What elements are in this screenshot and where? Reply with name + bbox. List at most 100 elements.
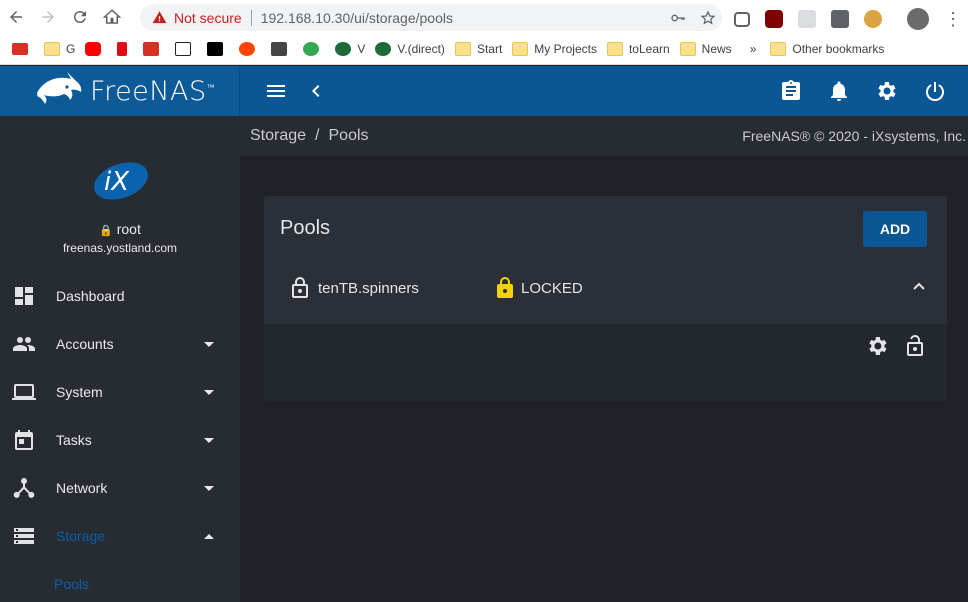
chat-bookmark[interactable] bbox=[271, 42, 293, 56]
pocket-icon[interactable] bbox=[734, 11, 750, 27]
gmail-bookmark[interactable] bbox=[12, 43, 34, 55]
mail-icon bbox=[143, 42, 160, 56]
sidebar-item-dashboard[interactable]: Dashboard bbox=[0, 272, 240, 320]
amazon-icon bbox=[175, 42, 192, 56]
folder-icon bbox=[679, 42, 696, 56]
sidebar-item-label: Tasks bbox=[56, 432, 92, 448]
breadcrumb-pools: Pools bbox=[328, 127, 369, 144]
other-bookmarks-label: Other bookmarks bbox=[792, 42, 885, 56]
pool-detail-panel bbox=[264, 324, 947, 401]
menu-icon[interactable] bbox=[264, 79, 288, 103]
pool-row[interactable]: tenTB.spinners LOCKED bbox=[264, 264, 947, 324]
bookmark-v-direct[interactable]: V.(direct) bbox=[375, 42, 445, 56]
freenas-logo[interactable]: FreeNAS™ bbox=[0, 66, 240, 116]
home-icon[interactable] bbox=[96, 0, 128, 34]
sidebar-item-label: System bbox=[56, 384, 103, 400]
sidebar-item-network[interactable]: Network bbox=[0, 464, 240, 512]
lock-icon: 🔒 bbox=[99, 225, 113, 237]
reload-icon[interactable] bbox=[64, 0, 96, 34]
sidebar-item-label: Dashboard bbox=[56, 288, 125, 304]
reddit-icon bbox=[239, 42, 256, 56]
key-icon[interactable] bbox=[670, 10, 686, 26]
bookmark-start[interactable]: Start bbox=[454, 42, 503, 56]
back-icon[interactable] bbox=[0, 0, 32, 34]
logo-text: FreeNAS™ bbox=[90, 76, 215, 107]
avatar[interactable] bbox=[907, 8, 929, 30]
more-bookmarks[interactable]: » bbox=[750, 42, 757, 56]
security-warning[interactable]: Not secure bbox=[152, 10, 242, 26]
gear-icon[interactable] bbox=[875, 79, 899, 103]
sidebar-item-label: Storage bbox=[56, 528, 106, 544]
url-text[interactable]: 192.168.10.30/ui/storage/pools bbox=[261, 10, 453, 26]
ix-logo-icon: iX bbox=[94, 162, 148, 200]
ublock-icon[interactable] bbox=[765, 10, 783, 28]
forward-icon[interactable] bbox=[32, 0, 64, 34]
power-icon[interactable] bbox=[923, 79, 947, 103]
sidebar-item-label: Network bbox=[56, 480, 108, 496]
breadcrumb: Storage / Pools bbox=[250, 127, 369, 145]
network-icon bbox=[12, 476, 36, 500]
calendar-icon bbox=[12, 428, 36, 452]
bookmark-my-projects[interactable]: My Projects bbox=[512, 42, 597, 56]
pool-lock-icon bbox=[288, 276, 312, 300]
chat-icon bbox=[271, 42, 288, 56]
extension-lock-icon[interactable] bbox=[831, 10, 849, 28]
folder-icon bbox=[770, 42, 787, 56]
omnibox-divider bbox=[250, 9, 252, 26]
address-bar[interactable]: Not secure 192.168.10.30/ui/storage/pool… bbox=[140, 4, 722, 31]
bell-icon[interactable] bbox=[827, 79, 851, 103]
collapse-chevron-icon[interactable] bbox=[304, 79, 328, 103]
locked-status-icon bbox=[493, 276, 517, 300]
sidebar-item-accounts[interactable]: Accounts bbox=[0, 320, 240, 368]
bookmark-label: Start bbox=[476, 42, 503, 56]
pool-settings-gear-icon[interactable] bbox=[865, 334, 889, 358]
card-title: Pools bbox=[280, 217, 331, 239]
bookmark-label: News bbox=[701, 42, 732, 56]
chevron-down-icon bbox=[204, 341, 214, 347]
cookie-icon[interactable] bbox=[864, 10, 882, 28]
youtube-bookmark[interactable] bbox=[85, 42, 107, 56]
unlock-pool-icon[interactable] bbox=[903, 334, 927, 358]
play-bookmark[interactable] bbox=[303, 42, 325, 56]
sidebar-subitem-pools[interactable]: Pools bbox=[54, 576, 89, 592]
copyright-text[interactable]: FreeNAS® © 2020 - iXsystems, Inc. bbox=[742, 128, 966, 144]
menu-dots-icon[interactable]: ⋮ bbox=[944, 10, 962, 28]
breadcrumb-storage[interactable]: Storage bbox=[250, 127, 306, 144]
bookmark-label: My Projects bbox=[534, 42, 597, 56]
breadcrumb-separator: / bbox=[315, 127, 320, 144]
sidebar: iX 🔒 root freenas.yostland.com Dashboard… bbox=[0, 116, 240, 602]
chevron-up-icon[interactable] bbox=[909, 276, 929, 296]
extension-eye-icon[interactable] bbox=[798, 10, 816, 28]
bookmark-g[interactable]: G bbox=[44, 42, 75, 56]
sidebar-item-storage[interactable]: Storage bbox=[0, 512, 240, 560]
amazon-bookmark[interactable] bbox=[175, 42, 197, 56]
digg-bookmark[interactable] bbox=[207, 42, 229, 56]
gmail-bookmark-2[interactable] bbox=[143, 42, 165, 56]
logo-wordmark: FreeNAS bbox=[90, 75, 207, 107]
bookmark-tolearn[interactable]: toLearn bbox=[606, 42, 670, 56]
trademark-mark: ™ bbox=[206, 82, 216, 92]
sidebar-item-tasks[interactable]: Tasks bbox=[0, 416, 240, 464]
sidebar-item-label: Accounts bbox=[56, 336, 114, 352]
bookmark-label: V bbox=[357, 42, 366, 56]
user-info: 🔒 root bbox=[0, 221, 240, 237]
svg-text:iX: iX bbox=[104, 167, 130, 197]
chevron-up-icon bbox=[204, 533, 214, 539]
chevron-down-icon bbox=[204, 389, 214, 395]
folder-icon bbox=[606, 42, 623, 56]
youtube-icon bbox=[85, 42, 102, 56]
sidebar-item-system[interactable]: System bbox=[0, 368, 240, 416]
folder-icon bbox=[44, 42, 60, 56]
star-icon[interactable] bbox=[700, 10, 716, 26]
other-bookmarks[interactable]: Other bookmarks bbox=[770, 42, 884, 56]
bookmark-label: toLearn bbox=[628, 42, 670, 56]
reddit-bookmark[interactable] bbox=[239, 42, 261, 56]
chevron-down-icon bbox=[204, 437, 214, 443]
breadcrumb-bar: Storage / Pools FreeNAS® © 2020 - iXsystem… bbox=[240, 116, 968, 156]
clipboard-icon[interactable] bbox=[779, 79, 803, 103]
bookmark-news[interactable]: News bbox=[679, 42, 732, 56]
add-pool-button[interactable]: ADD bbox=[863, 211, 927, 247]
bookmark-v[interactable]: V bbox=[335, 42, 365, 56]
pool-status: LOCKED bbox=[521, 280, 583, 297]
netflix-bookmark[interactable] bbox=[117, 42, 133, 56]
